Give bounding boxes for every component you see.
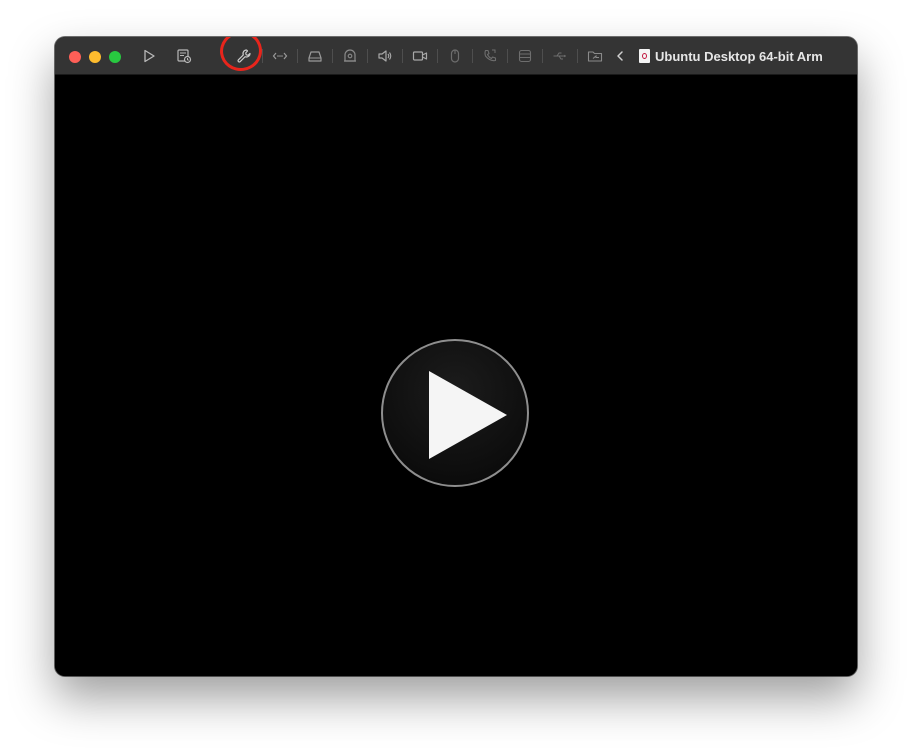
- toolbar-divider: [297, 49, 298, 63]
- start-vm-button[interactable]: [140, 47, 158, 65]
- shared-folder-icon: [587, 51, 603, 62]
- mouse-icon: [450, 49, 460, 63]
- chevron-left-icon: [617, 51, 623, 61]
- toolbar-divider: [367, 49, 368, 63]
- minimize-button[interactable]: [89, 51, 101, 63]
- toolbar-divider: [507, 49, 508, 63]
- hard-disk-icon: [308, 51, 322, 62]
- camera-icon: [344, 49, 356, 62]
- toolbar-divider: [472, 49, 473, 63]
- play-icon: [144, 49, 155, 63]
- usb-icon: [553, 52, 566, 60]
- toolbar-divider: [542, 49, 543, 63]
- toolbar-divider: [437, 49, 438, 63]
- annotation-highlight-circle: [217, 37, 265, 74]
- network-icon: [272, 52, 288, 60]
- toolbar-divider: [577, 49, 578, 63]
- video-camera-button[interactable]: [411, 47, 429, 65]
- camera-button[interactable]: [341, 47, 359, 65]
- snapshot-button[interactable]: [175, 47, 193, 65]
- toolbar-divider: [402, 49, 403, 63]
- toolbar-divider: [262, 49, 263, 63]
- database-icon: [518, 49, 532, 63]
- close-button[interactable]: [69, 51, 81, 63]
- shared-folder-button[interactable]: [586, 47, 604, 65]
- start-vm-play-button[interactable]: [381, 339, 529, 487]
- vm-display-area[interactable]: [55, 75, 857, 676]
- usb-button[interactable]: [551, 47, 569, 65]
- storage-button[interactable]: [516, 47, 534, 65]
- snapshot-icon: [177, 49, 192, 64]
- toolbar-divider: [332, 49, 333, 63]
- play-icon: [429, 371, 507, 459]
- sound-button[interactable]: [376, 47, 394, 65]
- hard-disk-button[interactable]: [306, 47, 324, 65]
- vm-title: Ubuntu Desktop 64-bit Arm: [639, 47, 823, 65]
- camera-video-icon: [412, 51, 428, 61]
- vm-window: Ubuntu Desktop 64-bit Arm: [55, 37, 857, 676]
- zoom-button[interactable]: [109, 51, 121, 63]
- phone-button[interactable]: [481, 47, 499, 65]
- network-button[interactable]: [271, 47, 289, 65]
- phone-icon: [484, 49, 497, 62]
- toolbar-collapse-button[interactable]: [611, 47, 629, 65]
- vm-title-text: Ubuntu Desktop 64-bit Arm: [655, 48, 823, 64]
- mouse-button[interactable]: [446, 47, 464, 65]
- sound-icon: [378, 50, 392, 62]
- titlebar: Ubuntu Desktop 64-bit Arm: [55, 37, 857, 75]
- vm-document-icon: [639, 49, 650, 63]
